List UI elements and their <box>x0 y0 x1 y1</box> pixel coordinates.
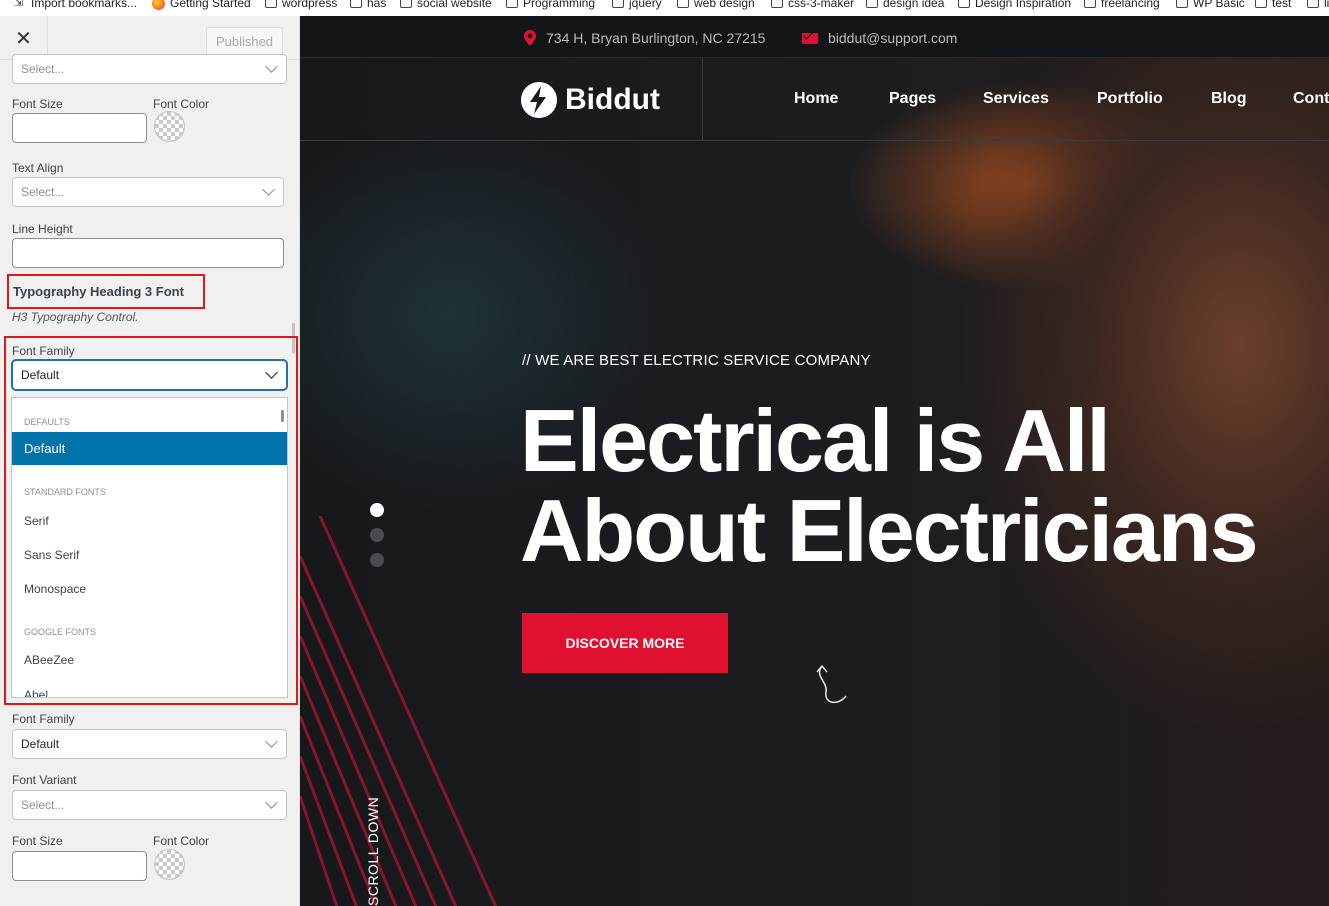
hero-title-line2: About Electricians <box>520 481 1259 580</box>
folder-icon <box>1307 0 1319 8</box>
nav-home[interactable]: Home <box>794 90 838 108</box>
chevron-down-icon <box>265 735 278 748</box>
firefox-icon <box>152 0 165 10</box>
lightning-bolt-icon <box>521 82 557 118</box>
customizer-panel: ✕ Published Select... Font Size Font Col… <box>0 16 300 906</box>
bookmarks-bar: ⇲ Import bookmarks... Getting Started wor… <box>0 0 1329 16</box>
option-monospace[interactable]: Monospace <box>24 582 86 596</box>
chevron-down-icon <box>262 183 275 196</box>
bookmark-has[interactable]: has <box>350 0 386 10</box>
line-height-input[interactable] <box>12 238 284 268</box>
published-button[interactable]: Published <box>206 27 283 56</box>
bookmark-wordpress[interactable]: wordpress <box>265 0 337 10</box>
main-navbar: Biddut Home Pages Services Portfolio Blo… <box>300 58 1329 141</box>
nav-portfolio[interactable]: Portfolio <box>1097 90 1163 108</box>
bookmark-design-inspiration[interactable]: Design Inspiration <box>958 0 1071 10</box>
group-label-defaults: DEFAULTS <box>24 417 70 427</box>
nav-divider <box>702 58 703 141</box>
hero-tagline: // WE ARE BEST ELECTRIC SERVICE COMPANY <box>522 352 871 369</box>
folder-icon <box>958 0 970 8</box>
decorative-stripes <box>300 516 498 906</box>
folder-icon <box>506 0 518 8</box>
font-color-label-2: Font Color <box>153 834 210 848</box>
line-height-label: Line Height <box>12 222 73 236</box>
close-icon: ✕ <box>15 27 32 50</box>
folder-icon <box>1255 0 1267 8</box>
option-abeezee[interactable]: ABeeZee <box>24 653 74 667</box>
group-label-standard: STANDARD FONTS <box>24 487 106 497</box>
font-variant-select[interactable]: Select... <box>12 790 287 820</box>
dropdown-scrollbar[interactable] <box>281 410 284 422</box>
site-logo[interactable]: Biddut <box>521 82 660 118</box>
bookmark-web-design[interactable]: web design <box>677 0 755 10</box>
font-family-label: Font Family <box>12 344 75 358</box>
folder-icon <box>350 0 362 8</box>
nav-pages[interactable]: Pages <box>889 90 936 108</box>
group-label-google: GOOGLE FONTS <box>24 627 97 637</box>
curly-arrow-icon <box>816 664 847 704</box>
section-title: Typography Heading 3 Font <box>7 274 205 309</box>
font-color-label: Font Color <box>153 97 210 111</box>
folder-icon <box>771 0 783 8</box>
discover-more-button[interactable]: DISCOVER MORE <box>522 613 728 673</box>
folder-icon <box>265 0 277 8</box>
font-family-select-2[interactable]: Default <box>12 729 287 759</box>
font-variant-label: Font Variant <box>12 773 77 787</box>
import-icon: ⇲ <box>14 0 24 9</box>
nav-contact[interactable]: Cont <box>1293 90 1329 108</box>
site-preview: 734 H, Bryan Burlington, NC 27215 biddut… <box>300 16 1329 906</box>
folder-icon <box>866 0 878 8</box>
bookmark-import[interactable]: ⇲ Import bookmarks... <box>14 0 137 10</box>
font-family-label-2: Font Family <box>12 712 75 726</box>
folder-icon <box>400 0 412 8</box>
option-serif[interactable]: Serif <box>24 514 49 528</box>
font-family-select[interactable]: Default <box>12 360 287 390</box>
font-size-input-2[interactable] <box>12 851 147 881</box>
bookmark-css-3-maker[interactable]: css-3-maker <box>771 0 854 10</box>
mail-icon <box>802 32 818 44</box>
chevron-down-icon <box>265 60 278 73</box>
nav-blog[interactable]: Blog <box>1211 90 1247 108</box>
font-color-swatch[interactable] <box>154 111 185 142</box>
chevron-down-icon <box>265 796 278 809</box>
font-size-label-2: Font Size <box>12 834 63 848</box>
section-description: H3 Typography Control. <box>12 310 139 324</box>
font-size-input[interactable] <box>12 113 147 143</box>
option-abel[interactable]: Abel <box>24 688 48 697</box>
bookmark-social-website[interactable]: social website <box>400 0 492 10</box>
chevron-down-icon <box>265 366 278 379</box>
bookmark-li[interactable]: li <box>1307 0 1329 10</box>
location-pin-icon <box>524 30 536 46</box>
address-item: 734 H, Bryan Burlington, NC 27215 <box>524 30 765 46</box>
hero-title: Electrical is All About Electricians <box>520 391 1259 580</box>
bookmark-freelancing[interactable]: freelancing <box>1084 0 1160 10</box>
folder-icon <box>1176 0 1188 8</box>
prev-select[interactable]: Select... <box>12 54 287 84</box>
bookmark-jquery[interactable]: jquery <box>612 0 662 10</box>
bookmark-design-idea[interactable]: design idea <box>866 0 944 10</box>
text-align-select[interactable]: Select... <box>12 177 284 207</box>
folder-icon <box>1084 0 1096 8</box>
bookmark-getting-started[interactable]: Getting Started <box>152 0 251 10</box>
font-family-dropdown: DEFAULTS Default STANDARD FONTS Serif Sa… <box>11 397 288 698</box>
nav-services[interactable]: Services <box>983 90 1049 108</box>
bookmark-test[interactable]: test <box>1255 0 1291 10</box>
scroll-down-label[interactable]: SCROLL DOWN <box>365 797 381 906</box>
folder-icon <box>612 0 624 8</box>
font-size-label: Font Size <box>12 97 63 111</box>
bookmark-wp-basic[interactable]: WP Basic <box>1176 0 1245 10</box>
hero-title-line1: Electrical is All <box>520 391 1111 490</box>
option-default[interactable]: Default <box>12 432 287 465</box>
email-item[interactable]: biddut@support.com <box>802 30 957 46</box>
slider-dot-1[interactable] <box>370 503 384 517</box>
font-color-swatch-2[interactable] <box>154 849 185 880</box>
slider-dot-2[interactable] <box>370 528 384 542</box>
folder-icon <box>677 0 689 8</box>
bookmark-programming[interactable]: Programming <box>506 0 595 10</box>
text-align-label: Text Align <box>12 161 64 175</box>
contact-topbar: 734 H, Bryan Burlington, NC 27215 biddut… <box>300 16 1329 58</box>
option-sans-serif[interactable]: Sans Serif <box>24 548 79 562</box>
slider-dot-3[interactable] <box>370 553 384 567</box>
